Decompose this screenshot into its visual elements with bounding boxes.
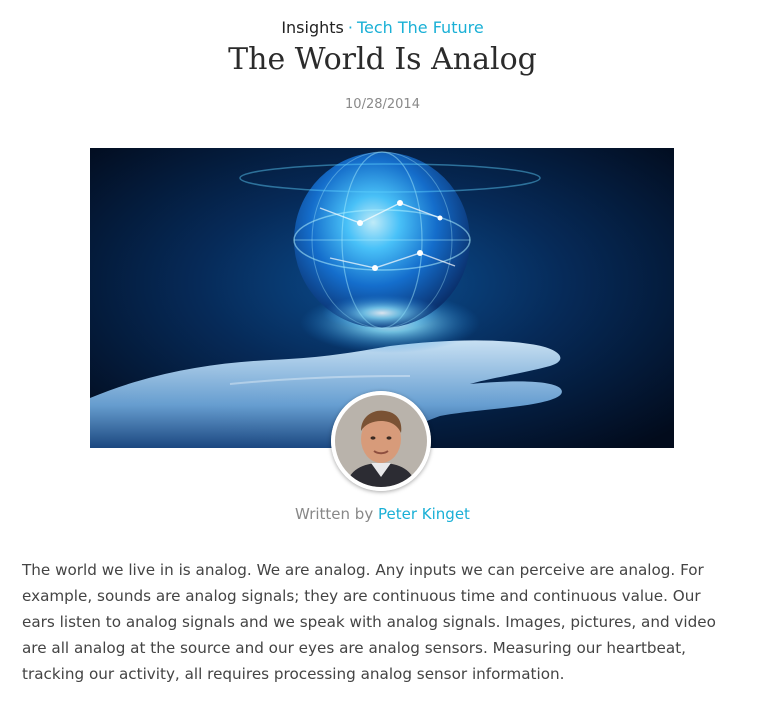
article-title: The World Is Analog: [228, 42, 537, 77]
byline-prefix: Written by: [295, 505, 374, 523]
breadcrumb-parent[interactable]: Insights: [281, 18, 344, 37]
author-avatar[interactable]: [331, 391, 431, 491]
article-body-text: The world we live in is analog. We are a…: [22, 561, 716, 683]
author-name-link[interactable]: Peter Kinget: [378, 505, 470, 523]
author-byline: Written by Peter Kinget: [0, 503, 765, 525]
breadcrumb: Insights · Tech The Future: [0, 17, 765, 39]
breadcrumb-category-link[interactable]: Tech The Future: [357, 18, 484, 37]
breadcrumb-separator: ·: [347, 18, 353, 37]
article-date: 10/28/2014: [345, 97, 420, 112]
